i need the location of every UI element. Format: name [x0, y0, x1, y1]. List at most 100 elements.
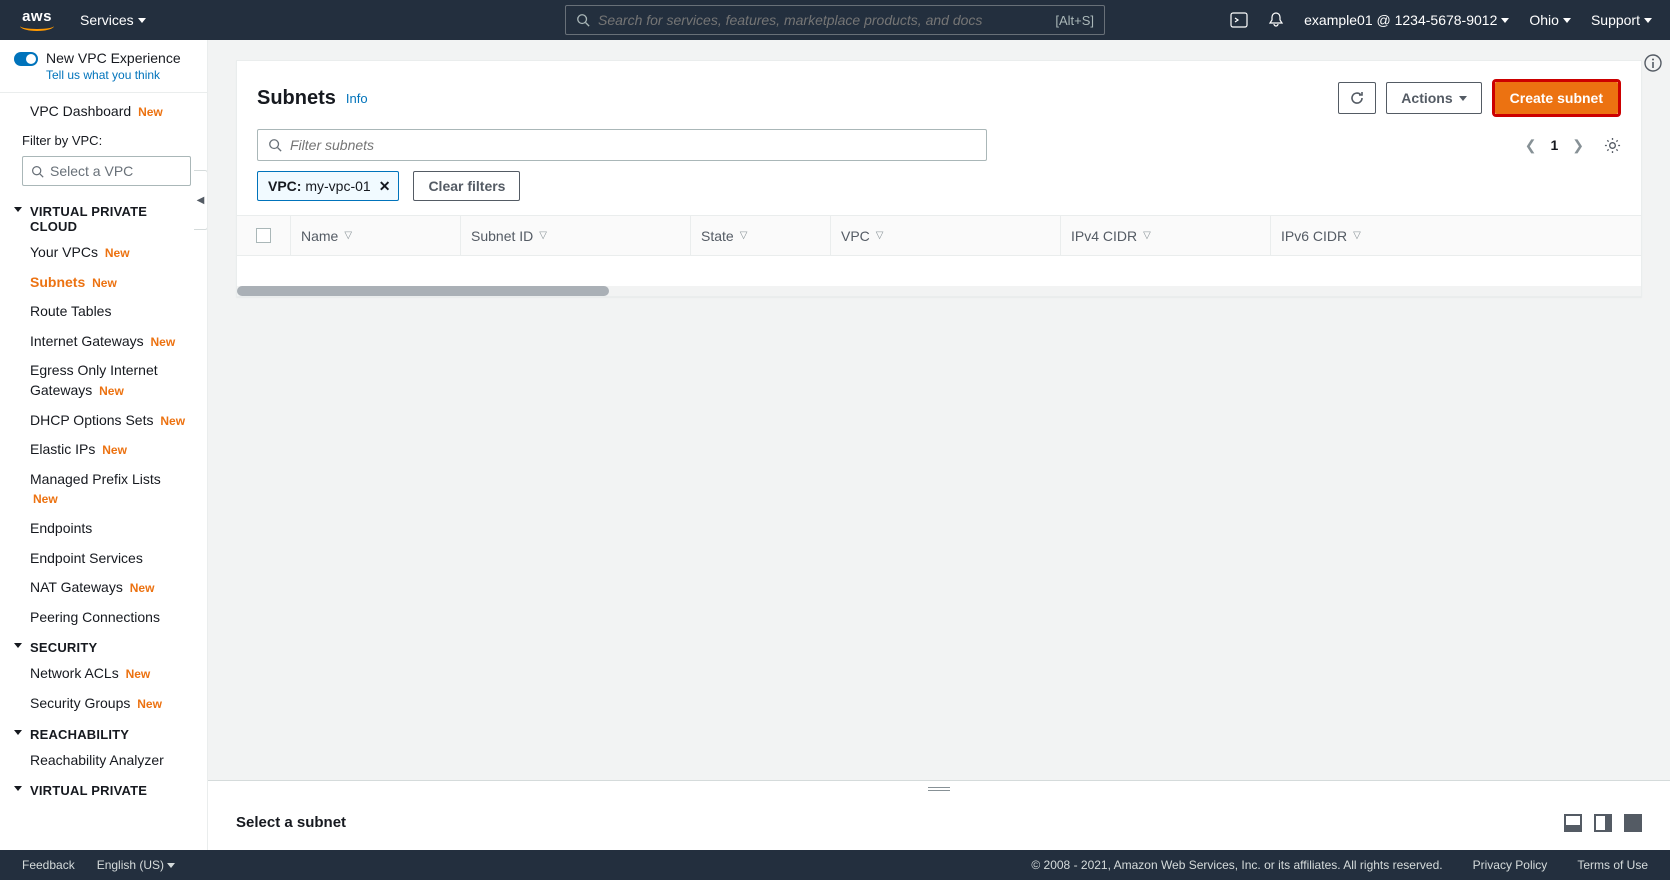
- refresh-icon: [1349, 90, 1365, 106]
- column-ipv4-cidr[interactable]: IPv4 CIDR▽: [1061, 216, 1271, 255]
- sidebar-item-vpc-dashboard[interactable]: VPC Dashboard New: [0, 93, 207, 123]
- sidebar-item[interactable]: Internet Gateways New: [0, 327, 207, 357]
- horizontal-scrollbar[interactable]: [237, 286, 1641, 296]
- region-menu[interactable]: Ohio: [1529, 12, 1571, 28]
- subnets-table: Name▽ Subnet ID▽ State▽ VPC▽ IPv4 CIDR▽ …: [237, 215, 1641, 296]
- main-content: Subnets Info Actions Create subnet: [208, 40, 1670, 850]
- chip-key: VPC:: [268, 178, 301, 194]
- chevron-down-icon: [1459, 96, 1467, 101]
- detail-title: Select a subnet: [236, 814, 346, 831]
- table-empty-body: [237, 256, 1641, 286]
- sidebar-item[interactable]: Security Groups New: [0, 689, 207, 719]
- table-header-row: Name▽ Subnet ID▽ State▽ VPC▽ IPv4 CIDR▽ …: [237, 216, 1641, 256]
- sort-icon: ▽: [740, 230, 748, 241]
- page-title: Subnets: [257, 87, 336, 110]
- search-shortcut: [Alt+S]: [1055, 13, 1094, 28]
- table-settings-button[interactable]: [1604, 137, 1621, 154]
- filter-subnets-input[interactable]: [257, 129, 987, 161]
- support-menu[interactable]: Support: [1591, 12, 1652, 28]
- feedback-link[interactable]: Feedback: [22, 858, 75, 872]
- layout-full-button[interactable]: [1624, 814, 1642, 832]
- chevron-down-icon: [14, 207, 22, 212]
- search-icon: [31, 165, 44, 178]
- sidebar-item[interactable]: Reachability Analyzer: [0, 746, 207, 776]
- sidebar-item[interactable]: Endpoints: [0, 514, 207, 544]
- aws-logo[interactable]: aws: [18, 9, 56, 31]
- sidebar-section-header[interactable]: VIRTUAL PRIVATE: [0, 775, 207, 802]
- sidebar-section-header[interactable]: REACHABILITY: [0, 719, 207, 746]
- sidebar-item[interactable]: Endpoint Services: [0, 544, 207, 574]
- sort-icon: ▽: [344, 230, 352, 241]
- new-badge: New: [151, 335, 176, 349]
- experience-toggle[interactable]: [14, 52, 38, 66]
- chevron-down-icon: [14, 786, 22, 791]
- sort-icon: ▽: [1143, 230, 1151, 241]
- vpc-filter-select[interactable]: Select a VPC: [22, 156, 191, 186]
- actions-label: Actions: [1401, 90, 1452, 106]
- prev-page-button[interactable]: ❮: [1525, 137, 1537, 154]
- sidebar-item[interactable]: Network ACLs New: [0, 659, 207, 689]
- layout-side-button[interactable]: [1594, 814, 1612, 832]
- column-vpc[interactable]: VPC▽: [831, 216, 1061, 255]
- search-icon: [576, 13, 590, 27]
- new-badge: New: [160, 414, 185, 428]
- sidebar-section-header[interactable]: SECURITY: [0, 632, 207, 659]
- dashboard-label: VPC Dashboard: [30, 103, 131, 119]
- sidebar-item[interactable]: NAT Gateways New: [0, 573, 207, 603]
- refresh-button[interactable]: [1338, 82, 1376, 114]
- chip-remove-button[interactable]: ✕: [379, 178, 391, 195]
- clear-filters-label: Clear filters: [428, 178, 505, 194]
- sidebar-section-header[interactable]: VIRTUAL PRIVATE CLOUD: [0, 196, 207, 238]
- chevron-down-icon: [138, 18, 146, 23]
- column-subnet-id[interactable]: Subnet ID▽: [461, 216, 691, 255]
- actions-button[interactable]: Actions: [1386, 82, 1481, 114]
- column-ipv6-cidr[interactable]: IPv6 CIDR▽: [1271, 216, 1641, 255]
- sidebar-item[interactable]: DHCP Options Sets New: [0, 406, 207, 436]
- help-panel-icon[interactable]: [1644, 54, 1662, 72]
- column-state[interactable]: State▽: [691, 216, 831, 255]
- clear-filters-button[interactable]: Clear filters: [413, 171, 520, 201]
- detail-pane: Select a subnet: [208, 796, 1670, 850]
- sort-icon: ▽: [539, 230, 547, 241]
- new-badge: New: [99, 384, 124, 398]
- account-menu[interactable]: example01 @ 1234-5678-9012: [1304, 12, 1509, 28]
- global-search[interactable]: [Alt+S]: [565, 5, 1105, 35]
- services-menu[interactable]: Services: [80, 12, 146, 28]
- account-label: example01 @ 1234-5678-9012: [1304, 12, 1497, 28]
- sidebar-item[interactable]: Your VPCs New: [0, 238, 207, 268]
- info-link[interactable]: Info: [346, 91, 368, 106]
- page-number: 1: [1550, 137, 1558, 153]
- filter-input-field[interactable]: [290, 137, 976, 153]
- sidebar-item[interactable]: Peering Connections: [0, 603, 207, 633]
- filter-chip-vpc: VPC: my-vpc-01 ✕: [257, 171, 399, 201]
- new-badge: New: [130, 581, 155, 595]
- experience-feedback-link[interactable]: Tell us what you think: [46, 68, 181, 82]
- select-all-checkbox[interactable]: [256, 228, 271, 243]
- search-input[interactable]: [598, 12, 1047, 28]
- language-selector[interactable]: English (US): [97, 858, 176, 872]
- new-badge: New: [92, 276, 117, 290]
- sidebar-item[interactable]: Subnets New: [0, 268, 207, 298]
- create-subnet-label: Create subnet: [1510, 90, 1603, 106]
- sidebar-item[interactable]: Route Tables: [0, 297, 207, 327]
- cloudshell-icon[interactable]: [1230, 11, 1248, 29]
- layout-bottom-button[interactable]: [1564, 814, 1582, 832]
- sidebar-item[interactable]: Egress Only Internet Gateways New: [0, 356, 207, 405]
- sidebar-item[interactable]: Managed Prefix Lists New: [0, 465, 207, 514]
- next-page-button[interactable]: ❯: [1572, 137, 1584, 154]
- vpc-select-placeholder: Select a VPC: [50, 163, 133, 179]
- copyright: © 2008 - 2021, Amazon Web Services, Inc.…: [1031, 858, 1442, 872]
- select-all-column: [237, 216, 291, 255]
- create-subnet-button[interactable]: Create subnet: [1495, 82, 1618, 114]
- sidebar: New VPC Experience Tell us what you thin…: [0, 40, 208, 850]
- chevron-down-icon: [1563, 18, 1571, 23]
- top-nav: aws Services [Alt+S] example01 @ 1234-56…: [0, 0, 1670, 40]
- chevron-down-icon: [167, 863, 175, 868]
- terms-link[interactable]: Terms of Use: [1577, 858, 1648, 872]
- pane-splitter[interactable]: [208, 780, 1670, 796]
- sidebar-item[interactable]: Elastic IPs New: [0, 435, 207, 465]
- notifications-icon[interactable]: [1268, 12, 1284, 28]
- privacy-link[interactable]: Privacy Policy: [1473, 858, 1548, 872]
- sidebar-collapse-handle[interactable]: ◀: [194, 170, 208, 230]
- column-name[interactable]: Name▽: [291, 216, 461, 255]
